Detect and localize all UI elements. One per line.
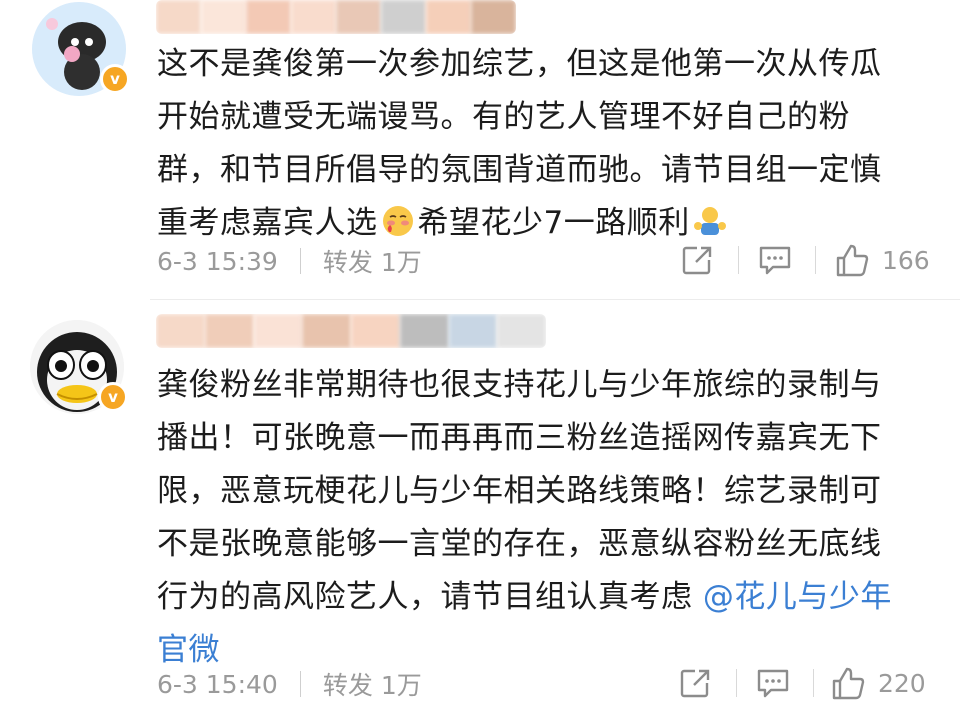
comment-line: 不是张晚意能够一言堂的存在，恶意纵容粉丝无底线 (157, 526, 882, 562)
username-blurred[interactable] (156, 314, 546, 348)
comment-icon (759, 246, 791, 275)
repost-label[interactable]: 转发 (323, 243, 373, 279)
action-divider (736, 669, 737, 697)
divider (299, 671, 301, 697)
comment-text: 这不是龚俊第一次参加综艺，但这是他第一次从传瓜 开始就遭受无端谩骂。有的艺人管理… (157, 38, 937, 250)
mention-link[interactable]: @花儿与少年 (703, 579, 892, 615)
action-divider (813, 669, 814, 697)
action-divider (738, 246, 739, 274)
username-blurred[interactable] (156, 0, 516, 34)
comment-button[interactable] (755, 666, 791, 700)
action-divider (815, 246, 816, 274)
comment-line: 开始就遭受无端谩骂。有的艺人管理不好自己的粉 (157, 99, 850, 135)
comment-button[interactable] (757, 243, 793, 277)
like-count: 220 (878, 668, 926, 698)
comment-line: 行为的高风险艺人，请节目组认真考虑 @花儿与少年 (157, 571, 937, 624)
comment-line: 群，和节目所倡导的氛围背道而驰。请节目组一定慎 (157, 152, 882, 188)
share-button[interactable] (680, 243, 714, 277)
timestamp: 6-3 15:39 (157, 246, 278, 276)
divider (299, 248, 301, 274)
thumbs-up-icon (832, 667, 865, 700)
repost-count: 1万 (380, 248, 422, 277)
comment-icon (757, 669, 789, 698)
comment-line: 龚俊粉丝非常期待也很支持花儿与少年旅综的录制与 (157, 367, 882, 403)
blush-emoji-icon (382, 206, 413, 236)
verified-badge-icon: v (98, 382, 128, 412)
comment-line: 限，恶意玩梗花儿与少年相关路线策略！综艺录制可 (157, 473, 882, 509)
verified-badge-icon: v (100, 64, 130, 94)
comment-line-text: 希望花少7一路顺利 (417, 205, 690, 241)
share-icon (680, 669, 710, 698)
comment-line-text: 重考虑嘉宾人选 (157, 205, 378, 241)
comment-line-text: 行为的高风险艺人，请节目组认真考虑 (157, 579, 693, 615)
timestamp: 6-3 15:40 (157, 669, 278, 699)
comment-text: 龚俊粉丝非常期待也很支持花儿与少年旅综的录制与 播出！可张晚意一而再再而三粉丝造… (157, 359, 937, 677)
comment-line: 这不是龚俊第一次参加综艺，但这是他第一次从传瓜 (157, 46, 882, 82)
comment-meta: 6-3 15:40 转发 1万 (157, 666, 422, 702)
thumbs-up-icon (836, 244, 869, 277)
share-icon (682, 246, 712, 275)
like-button[interactable]: 220 (830, 665, 926, 701)
share-button[interactable] (678, 666, 712, 700)
repost-count: 1万 (380, 671, 422, 700)
comment-item: v 龚俊粉丝非常期待也很支持花儿与少年旅综的录制与 播出！可张晚意一而再再而三粉… (0, 300, 960, 721)
like-button[interactable]: 166 (834, 242, 930, 278)
comment-item: v 这不是龚俊第一次参加综艺，但这是他第一次从传瓜 开始就遭受无端谩骂。有的艺人… (0, 0, 960, 300)
like-count: 166 (882, 245, 930, 275)
hug-emoji-icon (693, 207, 726, 235)
comment-line: 播出！可张晚意一而再再而三粉丝造摇网传嘉宾无下 (157, 420, 882, 456)
comment-meta: 6-3 15:39 转发 1万 (157, 243, 422, 279)
repost-label[interactable]: 转发 (323, 666, 373, 702)
